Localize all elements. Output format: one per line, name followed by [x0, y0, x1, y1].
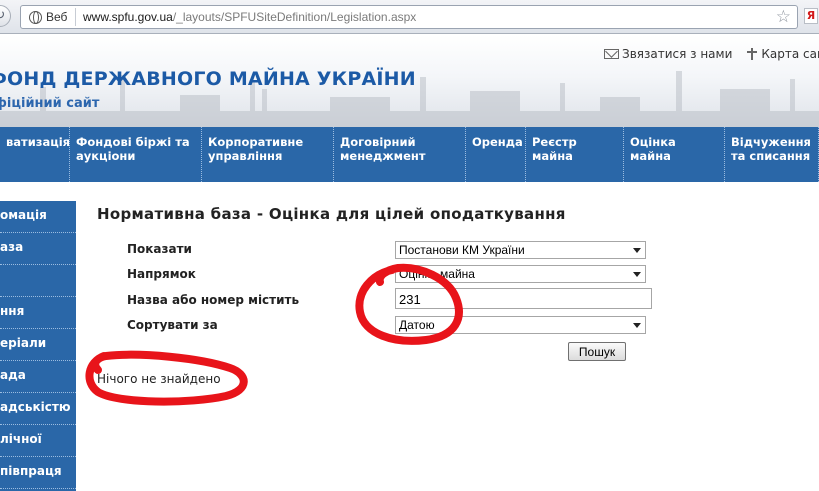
globe-icon [29, 10, 42, 24]
site-title[interactable]: ФОНД ДЕРЖАВНОГО МАЙНА УКРАЇНИ [0, 68, 416, 90]
chevron-down-icon [633, 248, 641, 253]
browser-toolbar: ↻ Веб www.spfu.gov.ua/_layouts/SPFUSiteD… [0, 0, 819, 34]
contact-link-label: Звязатися з нами [622, 47, 733, 61]
nav-item[interactable]: Корпоративне управління [202, 127, 334, 182]
search-button[interactable]: Пошук [568, 342, 626, 361]
sidebar-item[interactable]: лічної [0, 425, 76, 457]
direction-select[interactable]: Оцінка майна [395, 265, 646, 283]
sort-label: Сортувати за [127, 318, 218, 332]
direction-select-value: Оцінка майна [399, 267, 475, 281]
url-text[interactable]: www.spfu.gov.ua/_layouts/SPFUSiteDefinit… [83, 10, 416, 24]
nav-item[interactable]: Фондові біржі та аукціони [70, 127, 202, 182]
header-links: Звязатися з нами Карта сай [604, 47, 819, 61]
nav-item[interactable]: Оренда [466, 127, 526, 182]
yandex-extension-icon[interactable]: Я [804, 8, 818, 24]
site-header: Звязатися з нами Карта сай ФОНД ДЕРЖАВНО… [0, 35, 819, 127]
address-bar[interactable]: Веб www.spfu.gov.ua/_layouts/SPFUSiteDef… [20, 5, 798, 29]
nav-item[interactable]: Оцінка майна [624, 127, 725, 182]
sidebar-item[interactable]: ада [0, 361, 76, 393]
nav-item[interactable]: Відчуження та списання [725, 127, 819, 182]
site-info-label: Веб [46, 10, 68, 24]
sort-select-value: Датою [399, 318, 435, 332]
direction-label: Напрямок [127, 267, 196, 281]
sitemap-link-label: Карта сай [761, 47, 819, 61]
no-results-message: Нічого не знайдено [97, 372, 221, 386]
sidebar-item[interactable] [0, 265, 76, 297]
sitemap-icon [746, 48, 758, 60]
sidebar-item[interactable]: півпраця [0, 457, 76, 489]
sitemap-link[interactable]: Карта сай [746, 47, 819, 61]
show-select-value: Постанови КМ України [399, 243, 525, 257]
sidebar-item[interactable]: аза [0, 233, 76, 265]
sidebar-item[interactable]: еріали [0, 329, 76, 361]
reload-icon[interactable]: ↻ [0, 5, 11, 27]
name-contains-input[interactable] [395, 288, 652, 309]
show-label: Показати [127, 242, 192, 256]
contact-link[interactable]: Звязатися з нами [604, 47, 732, 61]
url-path: /_layouts/SPFUSiteDefinition/Legislation… [172, 10, 417, 24]
url-host: www.spfu.gov.ua [83, 10, 173, 24]
sidebar-menu: омація аза ння еріали ада адськістю лічної півп… [0, 201, 76, 491]
chevron-down-icon [633, 323, 641, 328]
chevron-down-icon [633, 272, 641, 277]
site-info-chip[interactable]: Веб [25, 8, 77, 26]
name-contains-label: Назва або номер містить [127, 293, 300, 307]
page-title: Нормативна база - Оцінка для цілей опода… [97, 205, 566, 223]
sidebar-item[interactable]: омація [0, 201, 76, 233]
sidebar-item[interactable]: адськістю [0, 393, 76, 425]
envelope-icon [604, 49, 619, 59]
nav-item[interactable]: ватизація [0, 127, 70, 182]
sidebar-item[interactable]: ння [0, 297, 76, 329]
nav-item[interactable]: Договірний менеджмент [334, 127, 466, 182]
nav-item[interactable]: Реєстр майна [526, 127, 624, 182]
bookmark-star-icon[interactable]: ☆ [776, 7, 791, 27]
sort-select[interactable]: Датою [395, 316, 646, 334]
show-select[interactable]: Постанови КМ України [395, 241, 646, 259]
main-navigation: ватизація Фондові біржі та аукціони Корпор… [0, 127, 819, 182]
site-subtitle: фіційний сайт [0, 96, 100, 111]
